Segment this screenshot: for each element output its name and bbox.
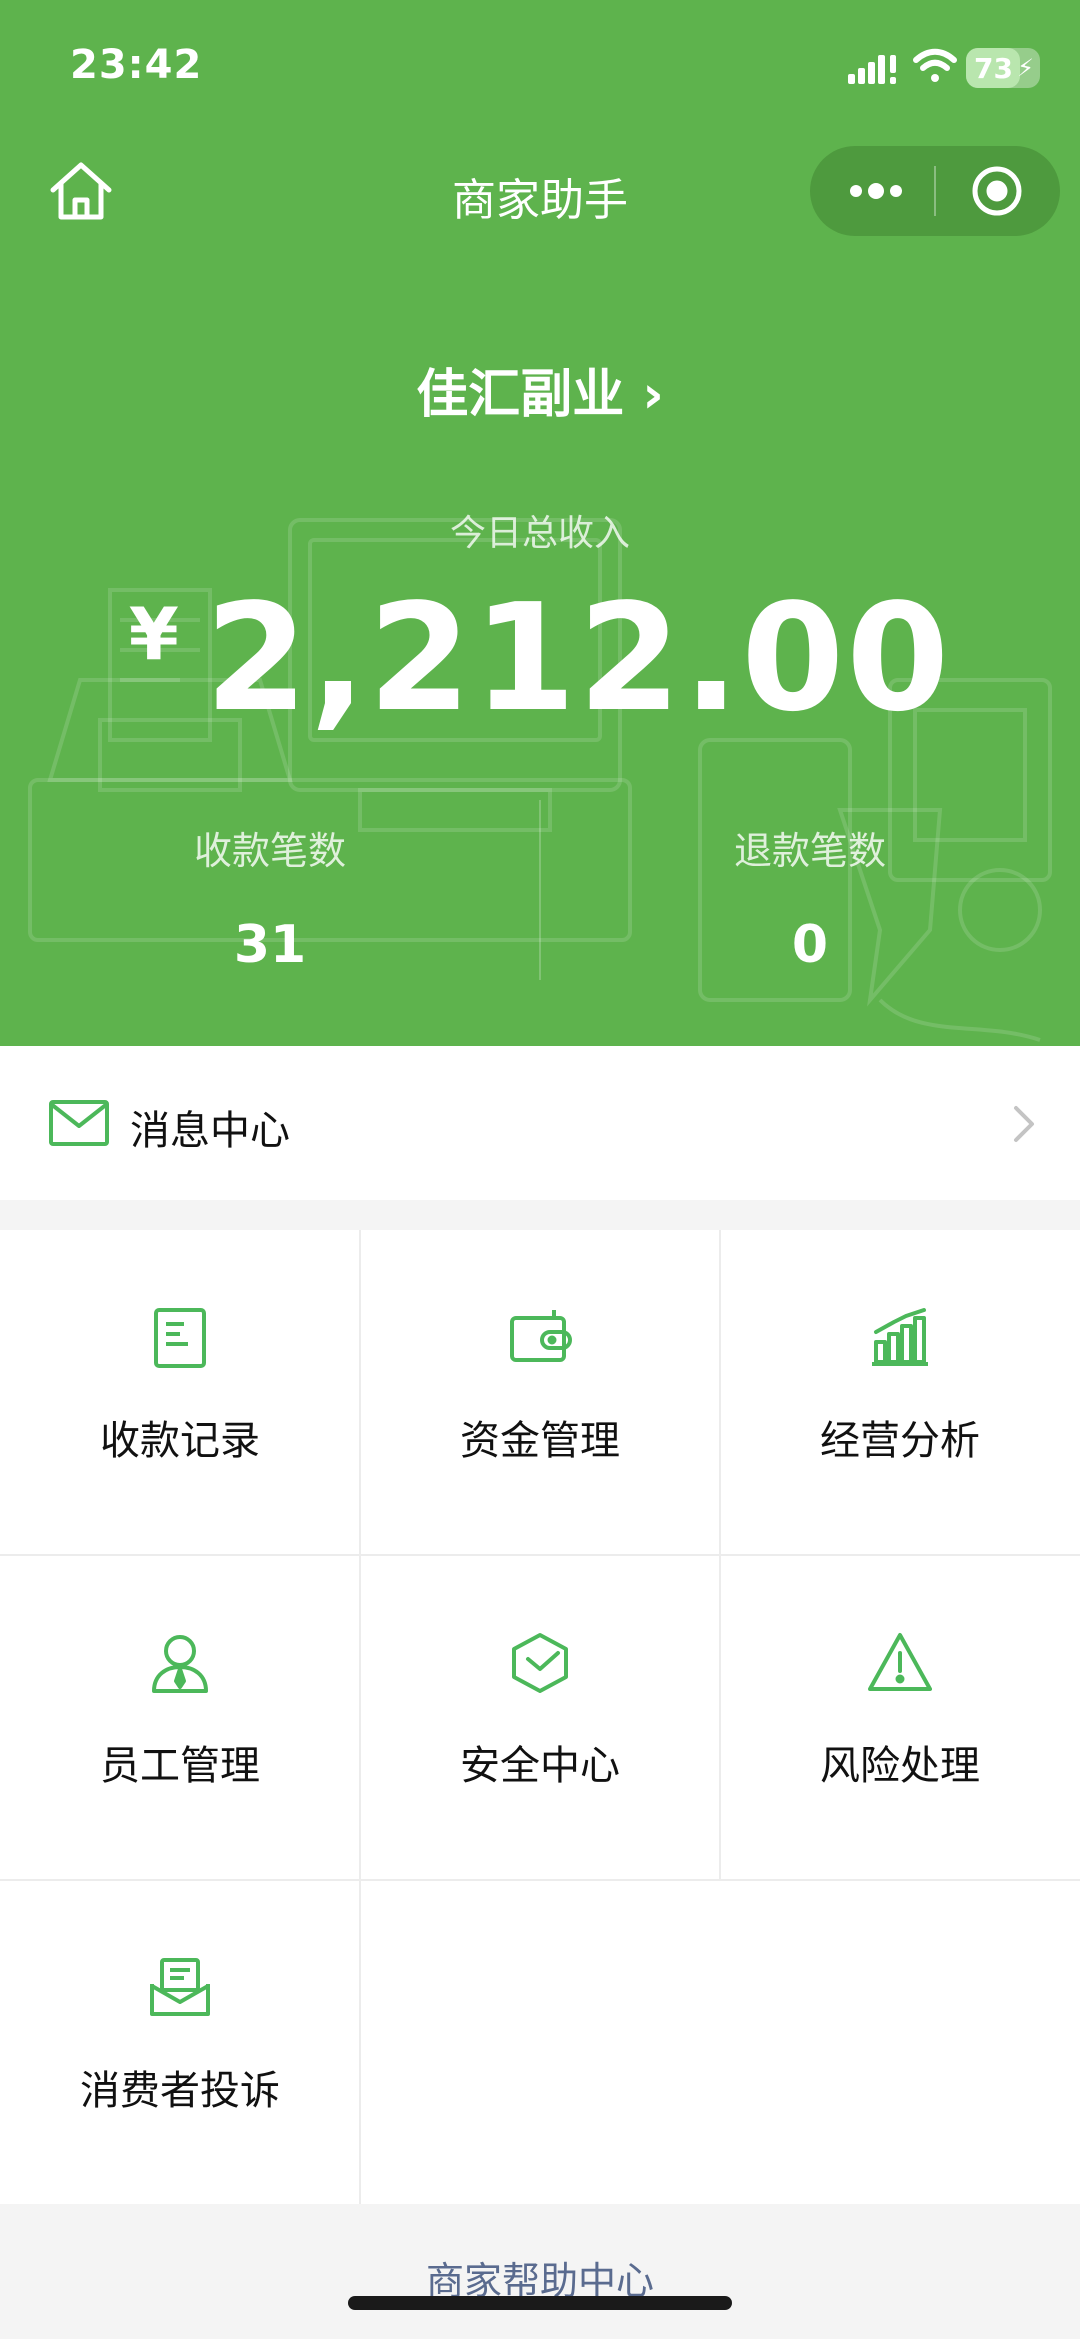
shield-icon xyxy=(512,1633,568,1693)
home-indicator[interactable] xyxy=(348,2296,732,2310)
income-label: 今日总收入 xyxy=(449,513,630,554)
wifi-icon xyxy=(913,48,957,82)
income-amount: 2,212.00 xyxy=(204,572,952,744)
status-time: 23:42 xyxy=(70,42,203,88)
stat-label: 退款笔数 xyxy=(733,829,886,873)
grid-item-label: 员工管理 xyxy=(100,1743,260,1789)
grid-item-label: 经营分析 xyxy=(820,1418,980,1464)
capsule-divider xyxy=(934,166,936,216)
charging-bolt-icon: ⚡ xyxy=(1017,54,1034,82)
grid-item-label: 风险处理 xyxy=(820,1743,980,1789)
staff-icon xyxy=(152,1635,208,1693)
grid-item-staff-management[interactable]: 员工管理 xyxy=(0,1555,360,1879)
stat-receipts[interactable]: 收款笔数 31 xyxy=(0,800,540,975)
header-panel: 23:42 73 ⚡ 商家助手 佳汇副业 › 今日总收入 ¥ 2,212.00 … xyxy=(0,0,1080,1046)
message-center-label: 消息中心 xyxy=(130,1108,290,1154)
grid-item-payment-records[interactable]: 收款记录 xyxy=(0,1230,360,1554)
grid-item-label: 消费者投诉 xyxy=(80,2068,280,2114)
merchant-name-link[interactable]: 佳汇副业 › xyxy=(0,352,1080,427)
grid-item-label: 收款记录 xyxy=(100,1418,260,1464)
wallet-icon xyxy=(510,1310,572,1362)
stat-value: 31 xyxy=(233,915,307,975)
message-center-row[interactable]: 消息中心 xyxy=(0,1046,1080,1200)
chevron-right-icon xyxy=(1014,1106,1034,1142)
grid-item-business-analysis[interactable]: 经营分析 xyxy=(720,1230,1080,1554)
grid-item-label: 资金管理 xyxy=(460,1418,620,1464)
function-grid: 收款记录 资金管理 经营分析 员工管理 安全中心 风险处理 消费者投诉 xyxy=(0,1230,1080,2204)
grid-item-fund-management[interactable]: 资金管理 xyxy=(360,1230,720,1554)
stat-label: 收款笔数 xyxy=(193,829,346,873)
mail-icon xyxy=(49,1100,109,1146)
grid-item-security-center[interactable]: 安全中心 xyxy=(360,1555,720,1879)
grid-item-label: 安全中心 xyxy=(460,1743,620,1789)
complaint-icon xyxy=(150,1958,210,2016)
miniprogram-capsule xyxy=(810,146,1060,236)
signal-icon xyxy=(848,55,896,84)
receipt-icon xyxy=(154,1308,206,1368)
warning-icon xyxy=(868,1633,932,1691)
grid-item-consumer-complaints[interactable]: 消费者投诉 xyxy=(0,1880,360,2204)
navigation-bar: 商家助手 xyxy=(0,140,1080,240)
status-bar: 23:42 73 ⚡ xyxy=(0,0,1080,130)
bar-chart-icon xyxy=(872,1308,928,1366)
more-icon[interactable] xyxy=(846,168,906,214)
currency-symbol: ¥ xyxy=(128,592,179,676)
income-amount-row: ¥2,212.00 xyxy=(0,572,1080,744)
close-target-icon[interactable] xyxy=(970,164,1024,218)
stats-row: 收款笔数 31 退款笔数 0 xyxy=(0,800,1080,980)
battery-indicator: 73 ⚡ xyxy=(966,48,1040,88)
stat-value: 0 xyxy=(791,915,829,975)
stat-refunds[interactable]: 退款笔数 0 xyxy=(540,800,1080,975)
grid-item-risk-handling[interactable]: 风险处理 xyxy=(720,1555,1080,1879)
battery-text: 73 xyxy=(974,52,1013,85)
